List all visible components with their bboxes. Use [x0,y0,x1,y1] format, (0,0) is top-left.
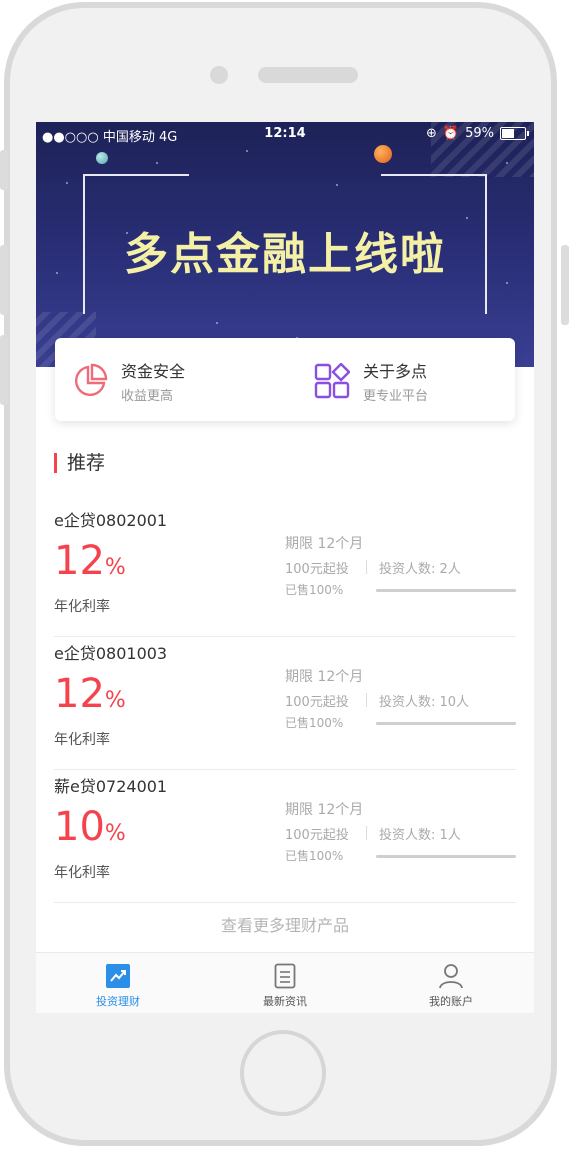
power-button [561,245,569,325]
product-investors: 投资人数: 1人 [379,828,461,843]
product-item[interactable]: e企贷0802001 12% 年化利率 期限 12个月 100元起投 投资人数:… [54,503,516,637]
planet-icon [374,145,392,163]
feature-subtitle: 收益更高 [121,389,174,404]
feature-about[interactable]: 关于多点 更专业平台 [313,358,428,404]
view-more-products-link[interactable]: 查看更多理财产品 [36,912,534,936]
planet-icon [96,152,108,164]
grid-apps-icon [313,362,351,400]
banner-title: 多点金融上线啦 [124,229,446,280]
product-name: e企贷0802001 [54,511,168,530]
product-rate: 12% [54,671,126,717]
product-min-invest: 100元起投 [285,562,349,577]
product-rate-label: 年化利率 [54,732,110,748]
product-term: 期限 12个月 [285,536,364,552]
product-item[interactable]: e企贷0801003 12% 年化利率 期限 12个月 100元起投 投资人数:… [54,636,516,770]
bottom-tab-bar: 投资理财 最新资讯 我的账户 [36,952,534,1013]
product-item[interactable]: 薪e贷0724001 10% 年化利率 期限 12个月 100元起投 投资人数:… [54,769,516,903]
pie-chart-icon [71,362,109,400]
product-progress-bar [376,722,516,725]
tab-label: 投资理财 [96,995,140,1008]
product-investors: 投资人数: 2人 [379,562,461,577]
product-name: 薪e贷0724001 [54,777,168,796]
product-sold: 已售100% [285,716,344,730]
product-term: 期限 12个月 [285,669,364,685]
document-icon [272,963,298,989]
tab-label: 我的账户 [429,995,473,1008]
feature-title: 关于多点 [363,362,428,381]
battery-percent: 59% [465,126,494,141]
divider [366,693,367,707]
promo-banner[interactable]: 多点金融上线啦 ●●○○○ 中国移动 4G 12:14 ⊕ ⏰ 59% [36,122,534,367]
tab-news[interactable]: 最新资讯 [235,963,335,1009]
product-investors: 投资人数: 10人 [379,695,470,710]
product-sold: 已售100% [285,849,344,863]
feature-title: 资金安全 [121,362,186,381]
feature-subtitle: 更专业平台 [363,389,429,404]
product-progress-bar [376,589,516,592]
product-rate: 12% [54,538,126,584]
volume-up-button [0,245,8,315]
product-rate-label: 年化利率 [54,599,110,615]
status-bar: ●●○○○ 中国移动 4G 12:14 ⊕ ⏰ 59% [36,122,534,146]
mute-switch [0,150,8,190]
feature-card: 资金安全 收益更高 关于多点 更专业平台 [55,338,515,421]
product-min-invest: 100元起投 [285,828,349,843]
front-camera [210,66,228,84]
user-icon [438,963,464,989]
tab-label: 最新资讯 [263,995,307,1008]
product-term: 期限 12个月 [285,802,364,818]
product-progress-bar [376,855,516,858]
home-button[interactable] [240,1030,326,1116]
earpiece-speaker [258,67,358,83]
volume-down-button [0,335,8,405]
feature-fund-safety[interactable]: 资金安全 收益更高 [71,358,185,404]
rotation-lock-icon: ⊕ [426,126,437,141]
divider [366,826,367,840]
section-title-recommend: 推荐 [54,453,105,473]
alarm-icon: ⏰ [442,126,460,141]
divider [366,560,367,574]
tab-invest[interactable]: 投资理财 [68,963,168,1009]
product-sold: 已售100% [285,583,344,597]
tab-account[interactable]: 我的账户 [401,963,501,1009]
product-rate-label: 年化利率 [54,865,110,881]
product-rate: 10% [54,804,126,850]
product-name: e企贷0801003 [54,644,168,663]
trend-chart-icon [105,963,131,989]
product-min-invest: 100元起投 [285,695,349,710]
battery-icon [500,127,529,140]
app-screen: 多点金融上线啦 ●●○○○ 中国移动 4G 12:14 ⊕ ⏰ 59% 资金安全 [36,122,534,1013]
